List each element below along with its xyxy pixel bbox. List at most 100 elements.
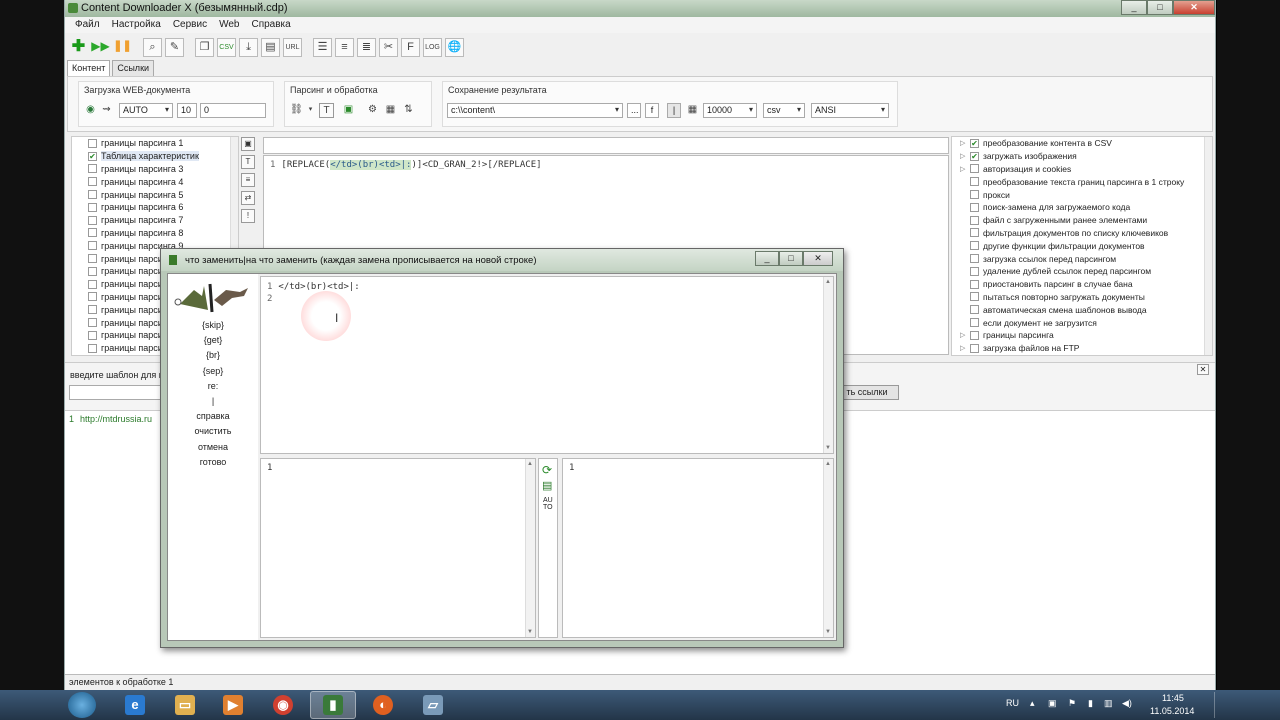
text-icon[interactable]: T xyxy=(319,103,334,118)
battery-icon[interactable]: ▮ xyxy=(1088,698,1093,709)
copy-icon[interactable]: ❐ xyxy=(195,37,214,57)
title-bar[interactable]: Content Downloader X (безымянный.cdp) _ … xyxy=(65,0,1215,17)
checkbox[interactable] xyxy=(88,241,97,251)
taskbar-media[interactable]: ▶ xyxy=(210,691,256,719)
document-icon[interactable]: ▤ xyxy=(261,37,280,57)
checkbox[interactable] xyxy=(970,215,979,225)
checkbox[interactable] xyxy=(970,202,979,212)
dialog-maximize-button[interactable]: □ xyxy=(779,251,803,266)
option-item[interactable]: ▷ границы парсинга xyxy=(952,329,1212,342)
f-button[interactable]: f xyxy=(645,103,659,118)
side-link[interactable]: готово xyxy=(168,457,258,472)
checkbox[interactable] xyxy=(970,241,979,251)
option-item[interactable]: ▷ загрузка файлов на FTP xyxy=(952,342,1212,355)
dialog-close-button[interactable]: ✕ xyxy=(803,251,833,266)
menu-file[interactable]: Файл xyxy=(69,17,106,33)
globe-icon[interactable]: ◉ xyxy=(83,103,98,118)
checkbox[interactable] xyxy=(88,138,97,148)
globe-icon[interactable]: 🌐 xyxy=(445,37,464,57)
grid-icon[interactable]: ▦ xyxy=(685,103,700,118)
save-path-select[interactable]: c:\\content\ xyxy=(447,103,623,118)
checkbox[interactable] xyxy=(970,164,979,174)
checkbox[interactable] xyxy=(970,177,979,187)
side-link[interactable]: | xyxy=(168,396,258,411)
dialog-minimize-button[interactable]: _ xyxy=(755,251,779,266)
side-link[interactable]: {skip} xyxy=(168,320,258,335)
result-pane[interactable]: 1 ▲ ▼ xyxy=(562,458,834,638)
network-icon[interactable]: ▥ xyxy=(1104,698,1113,709)
checkbox[interactable] xyxy=(970,190,979,200)
language-indicator[interactable]: RU xyxy=(1006,698,1019,708)
select-icon[interactable]: ▣ xyxy=(241,137,255,151)
taskbar-content-downloader[interactable]: ▮ xyxy=(310,691,356,719)
checkbox[interactable] xyxy=(88,266,97,276)
menu-service[interactable]: Сервис xyxy=(167,17,213,33)
add-rows-icon[interactable]: ≣ xyxy=(357,37,376,57)
search-icon[interactable]: ⌕ xyxy=(143,37,162,57)
checkbox[interactable] xyxy=(88,177,97,187)
checkbox[interactable] xyxy=(970,330,979,340)
expand-arrow-icon[interactable]: ▷ xyxy=(960,331,970,339)
editor-scrollbar[interactable]: ▲ ▼ xyxy=(823,277,833,453)
side-link[interactable]: {br} xyxy=(168,350,258,365)
edit-icon[interactable]: ✎ xyxy=(165,37,184,57)
option-item[interactable]: пытаться повторно загружать документы xyxy=(952,291,1212,304)
checkbox[interactable]: ✔ xyxy=(970,151,979,161)
option-item[interactable]: фильтрация документов по списку ключевик… xyxy=(952,227,1212,240)
find-replace-editor[interactable]: 1 </td>(br)<td>|: 2 ▲ ▼ I xyxy=(260,276,834,454)
log-icon[interactable]: LOG xyxy=(423,37,442,57)
tray-app-icon[interactable]: ▣ xyxy=(1048,698,1057,709)
checkbox[interactable] xyxy=(88,292,97,302)
threads-field[interactable]: 10 xyxy=(177,103,197,118)
checkbox[interactable] xyxy=(88,330,97,340)
checkbox[interactable] xyxy=(970,279,979,289)
pause-icon[interactable]: ❚❚ xyxy=(113,38,132,57)
chevron-down-icon[interactable]: ▾ xyxy=(303,103,318,118)
option-item[interactable]: ▷ ✔ преобразование контента в CSV xyxy=(952,137,1212,150)
checkbox[interactable] xyxy=(970,266,979,276)
tree-item[interactable]: границы парсинга 4 xyxy=(72,175,238,188)
option-item[interactable]: поиск-замена для загружаемого кода xyxy=(952,201,1212,214)
checkbox[interactable]: ✔ xyxy=(88,151,97,161)
bound-name-field[interactable] xyxy=(263,137,949,154)
start-button[interactable] xyxy=(68,692,96,718)
save-icon[interactable]: ▤ xyxy=(542,479,552,492)
checkbox[interactable] xyxy=(88,215,97,225)
taskbar-ie[interactable]: e xyxy=(112,691,158,719)
checkbox[interactable] xyxy=(970,318,979,328)
checkbox[interactable] xyxy=(88,164,97,174)
pipe-toggle[interactable]: | xyxy=(667,103,681,118)
option-item[interactable]: если документ не загрузится xyxy=(952,316,1212,329)
option-item[interactable]: удаление дублей ссылок перед парсингом xyxy=(952,265,1212,278)
rows-icon[interactable]: ≡ xyxy=(335,37,354,57)
filter-icon[interactable]: ▦ xyxy=(383,103,398,118)
side-link[interactable]: справка xyxy=(168,411,258,426)
option-item[interactable]: автоматическая смена шаблонов вывода xyxy=(952,303,1212,316)
add-icon[interactable]: ✚ xyxy=(69,38,88,57)
option-item[interactable]: файл с загруженными ранее элементами xyxy=(952,214,1212,227)
tree-item[interactable]: ✔ Таблица характеристик xyxy=(72,150,238,163)
checkbox[interactable] xyxy=(88,190,97,200)
volume-icon[interactable]: ◀) xyxy=(1122,698,1132,709)
replace-icon[interactable]: ⇅ xyxy=(401,103,416,118)
tab-links[interactable]: Ссылки xyxy=(112,60,155,76)
encoding-select[interactable]: ANSI xyxy=(811,103,889,118)
checkbox[interactable] xyxy=(970,305,979,315)
menu-help[interactable]: Справка xyxy=(245,17,296,33)
clock-time[interactable]: 11:45 xyxy=(1162,693,1184,703)
text-icon[interactable]: T xyxy=(241,155,255,169)
connection-icon[interactable]: ⇝ xyxy=(99,103,114,118)
taskbar-explorer[interactable]: ▭ xyxy=(162,691,208,719)
tree-item[interactable]: границы парсинга 1 xyxy=(72,137,238,150)
tab-content[interactable]: Контент xyxy=(67,60,111,76)
close-panel-icon[interactable]: ✕ xyxy=(1197,364,1209,375)
checkbox[interactable] xyxy=(88,228,97,238)
template-input[interactable] xyxy=(69,385,163,400)
expand-arrow-icon[interactable]: ▷ xyxy=(960,344,970,352)
option-item[interactable]: приостановить парсинг в случае бана xyxy=(952,278,1212,291)
tools-icon[interactable]: ✂ xyxy=(379,37,398,57)
checkbox[interactable] xyxy=(970,254,979,264)
browse-button[interactable]: ... xyxy=(627,103,641,118)
options-scrollbar[interactable] xyxy=(1204,137,1212,355)
get-links-button[interactable]: ть ссылки xyxy=(835,385,899,400)
